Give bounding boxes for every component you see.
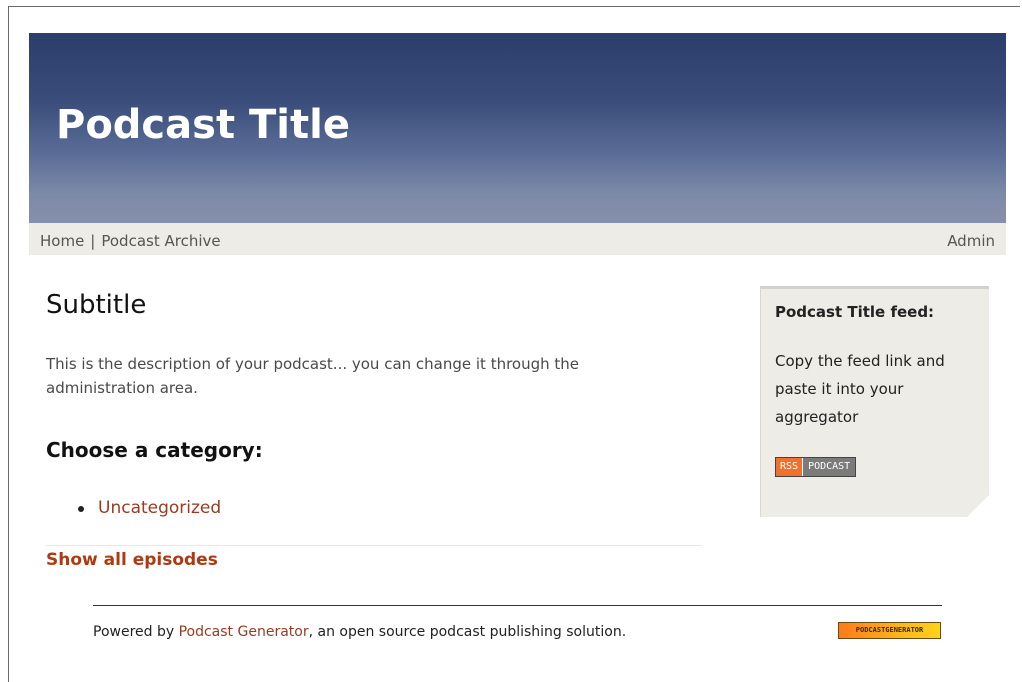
feed-instructions: Copy the feed link and paste it into you… [775,352,945,426]
rss-podcast-button[interactable]: RSS PODCAST [775,457,857,477]
nav-separator: | [90,232,96,250]
footer-prefix: Powered by [93,624,179,640]
footer-credit: Powered by Podcast Generator, an open so… [93,624,626,640]
category-item: Uncategorized [46,498,221,518]
podcast-description: This is the description of your podcast.… [46,355,580,397]
category-link-uncategorized[interactable]: Uncategorized [98,498,221,518]
admin-link[interactable]: Admin [947,232,995,250]
nav-links: Home | Podcast Archive [40,232,221,250]
rss-icon: RSS [776,458,804,476]
category-list: Uncategorized [46,498,221,518]
page-subtitle: Subtitle [46,290,147,320]
show-all-episodes-link[interactable]: Show all episodes [46,550,218,570]
bullet-icon [78,506,84,512]
podcast-generator-link[interactable]: Podcast Generator [179,624,309,640]
nav-home-link[interactable]: Home [40,232,84,250]
content-divider [46,545,702,546]
footer-suffix: , an open source podcast publishing solu… [308,624,627,640]
nav-bar: Home | Podcast Archive Admin [29,223,1006,255]
footer-divider [93,605,942,606]
nav-admin: Admin [947,232,995,250]
podcast-generator-badge[interactable]: PODCASTGENERATOR [838,622,941,639]
feed-title: Podcast Title feed: [775,303,935,321]
podcast-title[interactable]: Podcast Title [56,102,350,148]
podcast-badge-label: PODCAST [803,458,856,476]
category-heading: Choose a category: [46,438,263,462]
nav-archive-link[interactable]: Podcast Archive [101,232,220,250]
header-banner: Podcast Title [29,33,1006,223]
feed-sidebar: Podcast Title feed: Copy the feed link a… [760,286,989,517]
